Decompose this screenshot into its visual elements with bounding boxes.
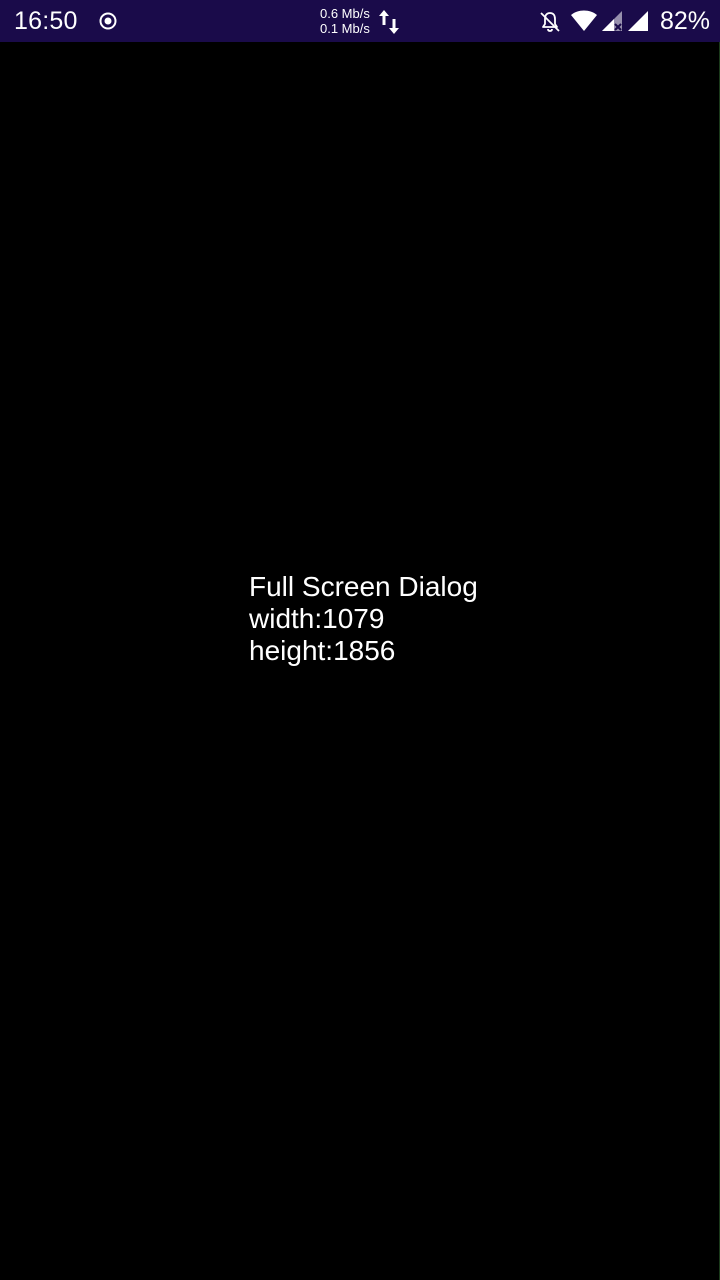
network-speed: 0.6 Mb/s 0.1 Mb/s [320, 6, 370, 36]
status-time: 16:50 [14, 7, 78, 35]
upload-speed: 0.6 Mb/s [320, 6, 370, 21]
dialog-title: Full Screen Dialog [249, 571, 478, 602]
record-icon [98, 11, 118, 31]
data-transfer-icon [378, 8, 400, 36]
signal-icon [626, 10, 650, 32]
signal-no-data-icon [600, 10, 624, 32]
notifications-off-icon [538, 10, 562, 34]
dialog-height-label: height:1856 [249, 635, 396, 666]
wifi-icon [570, 10, 598, 32]
screen: 16:50 0.6 Mb/s 0.1 Mb/s 82% Full Screen … [0, 0, 720, 1280]
status-bar: 16:50 0.6 Mb/s 0.1 Mb/s 82% [0, 0, 720, 42]
battery-percent: 82% [660, 7, 711, 35]
dialog-content: Full Screen Dialog width:1079 height:185… [249, 571, 478, 667]
download-speed: 0.1 Mb/s [320, 21, 370, 36]
dialog-width-label: width:1079 [249, 603, 385, 634]
